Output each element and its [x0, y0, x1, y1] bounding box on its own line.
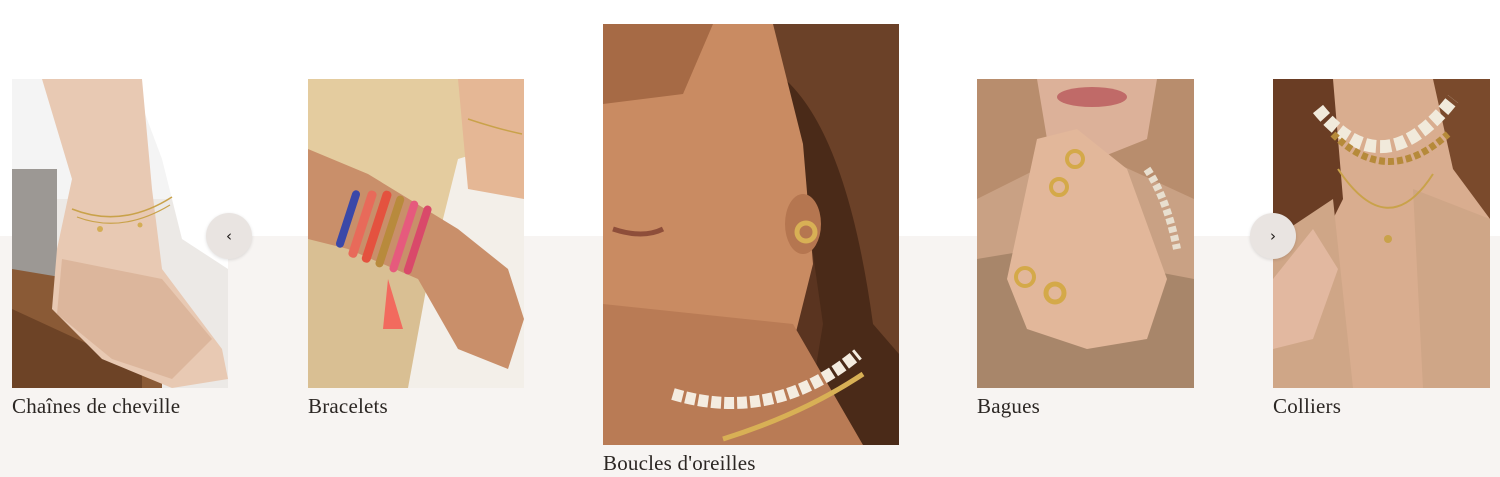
- category-label[interactable]: Bagues: [977, 394, 1040, 419]
- category-label[interactable]: Colliers: [1273, 394, 1341, 419]
- category-label[interactable]: Boucles d'oreilles: [603, 451, 756, 476]
- category-label[interactable]: Bracelets: [308, 394, 388, 419]
- rings-photo[interactable]: [977, 79, 1194, 388]
- carousel-next-button[interactable]: ›: [1250, 213, 1296, 259]
- earrings-photo[interactable]: [603, 24, 899, 445]
- anklet-photo[interactable]: [12, 79, 228, 388]
- chevron-left-icon: ‹: [226, 227, 232, 245]
- necklaces-photo[interactable]: [1273, 79, 1490, 388]
- bracelets-photo[interactable]: [308, 79, 524, 388]
- category-label[interactable]: Chaînes de cheville: [12, 394, 180, 419]
- chevron-right-icon: ›: [1270, 227, 1276, 245]
- carousel-prev-button[interactable]: ‹: [206, 213, 252, 259]
